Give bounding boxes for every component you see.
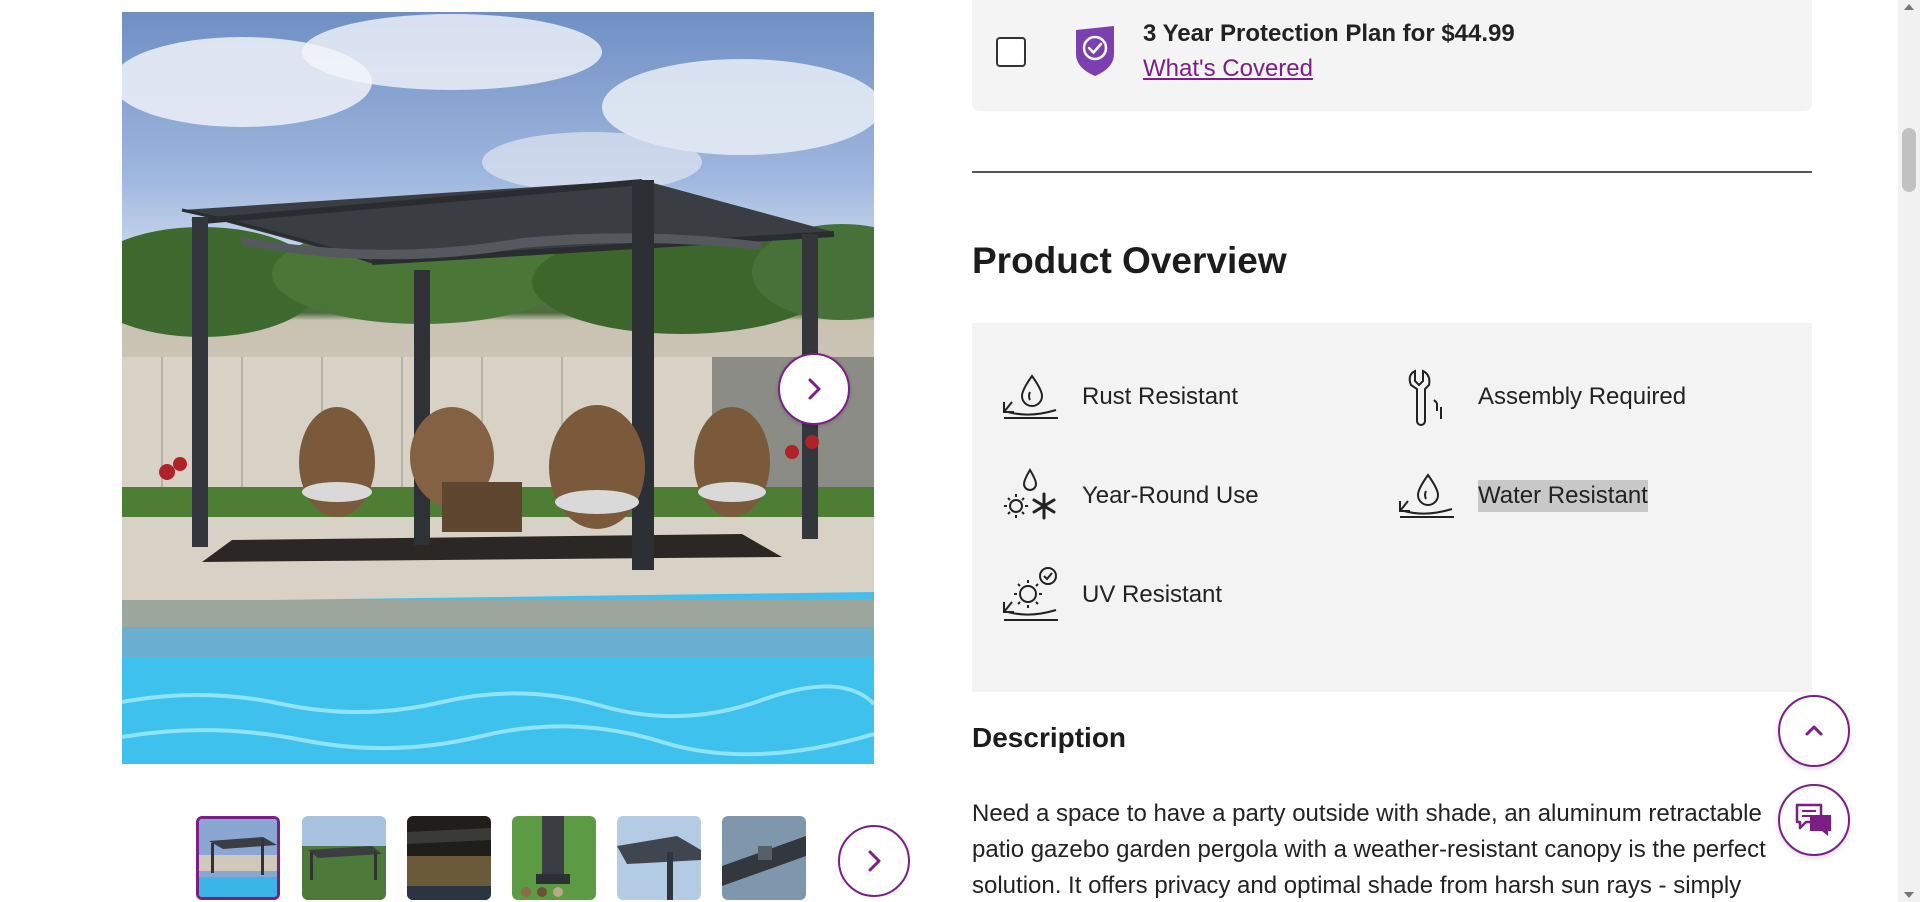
thumbnail-3[interactable] — [407, 816, 491, 900]
thumbnail-image — [302, 816, 386, 900]
scrollbar-thumb[interactable] — [1902, 128, 1916, 192]
chevron-right-icon — [808, 378, 821, 400]
feature-rust-resistant: Rust Resistant — [1000, 367, 1238, 427]
gallery-next-button[interactable] — [778, 353, 850, 425]
pergola-illustration — [122, 14, 874, 764]
feature-uv-resistant: UV Resistant — [1000, 565, 1222, 625]
feature-water-resistant: Water Resistant — [1396, 466, 1648, 526]
thumbnail-6[interactable] — [722, 816, 806, 900]
protection-shield-icon — [1076, 26, 1114, 76]
uv-resistant-icon — [1003, 567, 1058, 621]
thumbnail-2[interactable] — [302, 816, 386, 900]
scrollbar-down-arrow[interactable] — [1904, 892, 1914, 898]
rust-resistant-icon — [1003, 374, 1058, 419]
thumbnail-image — [199, 819, 277, 897]
description-title[interactable]: Description — [972, 722, 1126, 754]
feature-label: Assembly Required — [1478, 383, 1687, 410]
feature-label: Year-Round Use — [1082, 482, 1259, 509]
product-features-panel: Rust Resistant Assembly Required Year-Ro… — [972, 323, 1812, 692]
thumbnail-image — [407, 816, 491, 900]
wrench-icon — [1408, 369, 1442, 426]
thumbnail-1[interactable] — [196, 816, 280, 900]
thumbnail-image — [512, 816, 596, 900]
protection-plan-card: 3 Year Protection Plan for $44.99 What's… — [972, 0, 1812, 111]
chat-icon — [1795, 803, 1831, 836]
thumbnail-5[interactable] — [617, 816, 701, 900]
scroll-to-top-button[interactable] — [1778, 695, 1850, 767]
description-text: Need a space to have a party outside wit… — [972, 800, 1766, 899]
chevron-up-icon — [1805, 725, 1823, 736]
thumbnail-image — [722, 816, 806, 900]
product-hero-image[interactable] — [122, 12, 874, 764]
feature-label: Water Resistant — [1478, 480, 1648, 512]
product-overview-title: Product Overview — [972, 240, 1287, 281]
thumbnail-next-button[interactable] — [838, 825, 910, 897]
page-scrollbar[interactable] — [1898, 0, 1920, 902]
chevron-right-icon — [868, 850, 881, 872]
water-resistant-icon — [1399, 473, 1454, 518]
protection-plan-checkbox[interactable] — [996, 37, 1026, 67]
thumbnail-image — [617, 816, 701, 900]
year-round-icon — [1004, 468, 1056, 520]
section-divider — [972, 171, 1812, 173]
chat-button[interactable] — [1778, 784, 1850, 856]
feature-assembly-required: Assembly Required — [1396, 367, 1686, 427]
feature-year-round-use: Year-Round Use — [1000, 466, 1259, 526]
protection-plan-title: 3 Year Protection Plan for $44.99 — [1143, 20, 1515, 47]
feature-label: UV Resistant — [1082, 581, 1223, 608]
thumbnail-4[interactable] — [512, 816, 596, 900]
whats-covered-link[interactable]: What's Covered — [1143, 55, 1313, 83]
feature-label: Rust Resistant — [1082, 383, 1239, 410]
scrollbar-up-arrow[interactable] — [1904, 4, 1914, 10]
